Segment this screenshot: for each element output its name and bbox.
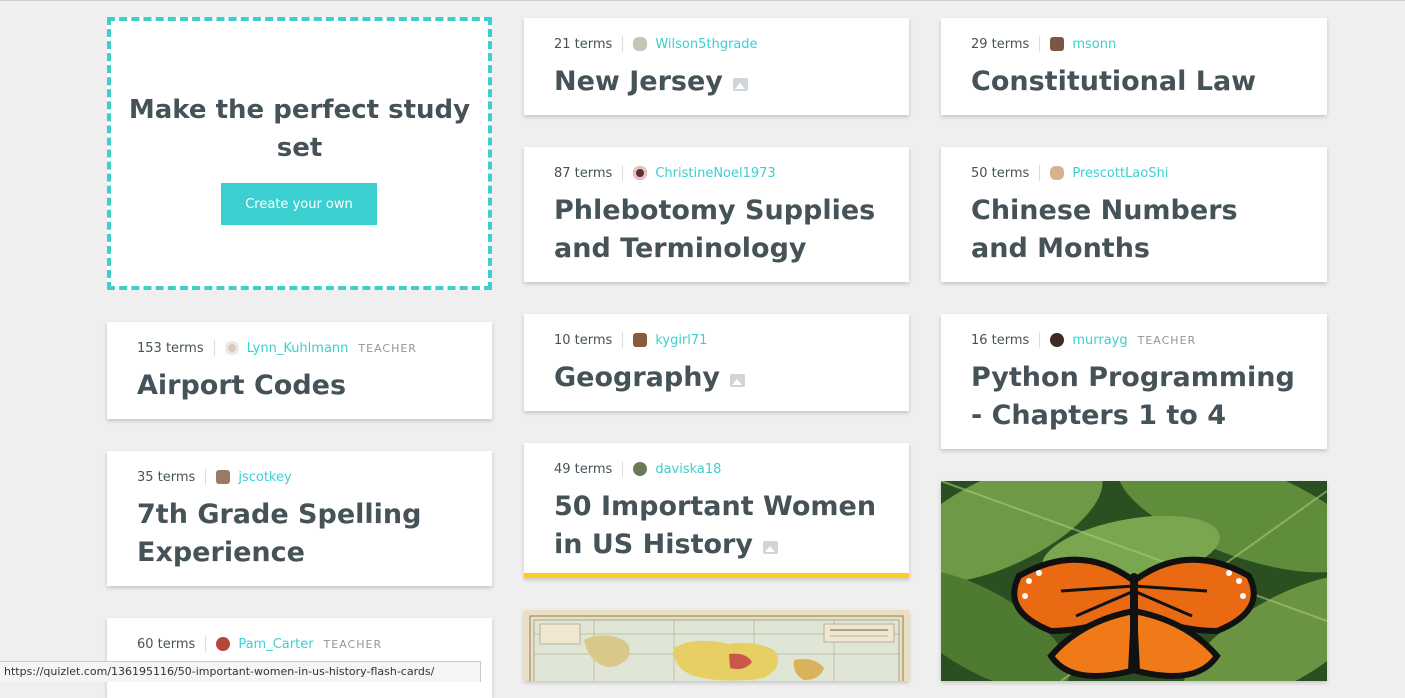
create-set-promo: Make the perfect study set Create your o… <box>107 17 492 290</box>
set-meta: 49 terms daviska18 <box>554 461 721 477</box>
term-count: 16 terms <box>971 332 1030 348</box>
avatar <box>633 37 648 51</box>
term-count: 50 terms <box>971 165 1030 181</box>
username-link[interactable]: murrayg <box>1072 333 1127 348</box>
butterfly-image-card[interactable] <box>941 481 1327 681</box>
set-card-chinese-numbers[interactable]: 50 terms PrescottLaoShi Chinese Numbers … <box>941 147 1327 282</box>
image-icon <box>732 78 748 91</box>
teacher-badge: TEACHER <box>358 341 417 355</box>
set-meta: 29 terms msonn <box>971 36 1116 52</box>
term-count: 29 terms <box>971 36 1030 52</box>
create-your-own-button[interactable]: Create your own <box>221 183 377 225</box>
meta-divider <box>622 36 624 52</box>
set-meta: 50 terms PrescottLaoShi <box>971 165 1168 181</box>
set-card-airport-codes[interactable]: 153 terms Lynn_Kuhlmann TEACHER Airport … <box>107 322 492 419</box>
set-title-text: 50 Important Women in US History <box>554 491 877 560</box>
set-card-phlebotomy[interactable]: 87 terms ChristineNoel1973 Phlebotomy Su… <box>524 147 909 282</box>
avatar <box>1050 333 1065 347</box>
link-status-bar: https://quizlet.com/136195116/50-importa… <box>0 661 482 682</box>
set-meta: 16 terms murrayg TEACHER <box>971 332 1196 348</box>
avatar <box>633 333 648 347</box>
set-card-geography[interactable]: 10 terms kygirl71 Geography <box>524 314 909 411</box>
meta-divider <box>1039 332 1041 348</box>
term-count: 60 terms <box>137 636 196 652</box>
set-title[interactable]: Chinese Numbers and Months <box>971 192 1301 268</box>
username-link[interactable]: Pam_Carter <box>238 637 313 652</box>
meta-divider <box>622 461 624 477</box>
set-card-spelling[interactable]: 35 terms jscotkey 7th Grade Spelling Exp… <box>107 451 492 586</box>
set-title[interactable]: New Jersey <box>554 63 748 101</box>
username-link[interactable]: Wilson5thgrade <box>655 37 757 52</box>
username-link[interactable]: msonn <box>1072 37 1116 52</box>
set-title-text: New Jersey <box>554 66 723 97</box>
world-map-image <box>524 610 909 681</box>
set-meta: 60 terms Pam_Carter TEACHER <box>137 636 382 652</box>
username-link[interactable]: daviska18 <box>655 462 721 477</box>
avatar <box>216 470 231 484</box>
set-meta: 87 terms ChristineNoel1973 <box>554 165 776 181</box>
set-meta: 153 terms Lynn_Kuhlmann TEACHER <box>137 340 417 356</box>
set-meta: 35 terms jscotkey <box>137 469 292 485</box>
set-card-python[interactable]: 16 terms murrayg TEACHER Python Programm… <box>941 314 1327 449</box>
meta-divider <box>1039 165 1041 181</box>
set-meta: 10 terms kygirl71 <box>554 332 707 348</box>
username-link[interactable]: kygirl71 <box>655 333 707 348</box>
image-icon <box>762 541 778 554</box>
set-title[interactable]: Phlebotomy Supplies and Terminology <box>554 192 884 268</box>
term-count: 10 terms <box>554 332 613 348</box>
set-title[interactable]: 7th Grade Spelling Experience <box>137 496 467 572</box>
username-link[interactable]: PrescottLaoShi <box>1072 166 1168 181</box>
username-link[interactable]: jscotkey <box>238 470 291 485</box>
teacher-badge: TEACHER <box>323 637 383 651</box>
meta-divider <box>1039 36 1041 52</box>
set-title[interactable]: Airport Codes <box>137 367 346 405</box>
top-divider <box>0 0 1405 1</box>
term-count: 21 terms <box>554 36 613 52</box>
meta-divider <box>622 165 624 181</box>
set-title[interactable]: Python Programming - Chapters 1 to 4 <box>971 359 1311 435</box>
set-card-new-jersey[interactable]: 21 terms Wilson5thgrade New Jersey <box>524 18 909 115</box>
avatar <box>216 637 231 651</box>
avatar <box>224 341 239 355</box>
term-count: 49 terms <box>554 461 613 477</box>
promo-title: Make the perfect study set <box>128 95 471 163</box>
image-icon <box>730 374 746 387</box>
set-card-pam-carter[interactable]: 60 terms Pam_Carter TEACHER <box>107 618 492 698</box>
set-title[interactable]: 50 Important Women in US History <box>554 488 884 564</box>
set-title[interactable]: Constitutional Law <box>971 63 1256 101</box>
term-count: 35 terms <box>137 469 196 485</box>
username-link[interactable]: Lynn_Kuhlmann <box>247 341 349 356</box>
avatar <box>633 462 648 476</box>
avatar <box>1050 166 1065 180</box>
username-link[interactable]: ChristineNoel1973 <box>655 166 775 181</box>
set-title[interactable]: Geography <box>554 359 746 397</box>
set-meta: 21 terms Wilson5thgrade <box>554 36 758 52</box>
avatar <box>1050 37 1065 51</box>
meta-divider <box>205 469 207 485</box>
meta-divider <box>622 332 624 348</box>
butterfly-image <box>941 481 1327 681</box>
meta-divider <box>213 340 215 356</box>
teacher-badge: TEACHER <box>1137 333 1197 347</box>
set-card-women-history[interactable]: 49 terms daviska18 50 Important Women in… <box>524 443 909 578</box>
avatar <box>633 166 648 180</box>
set-title-text: Geography <box>554 362 721 393</box>
meta-divider <box>205 636 207 652</box>
term-count: 87 terms <box>554 165 613 181</box>
set-card-constitutional-law[interactable]: 29 terms msonn Constitutional Law <box>941 18 1327 115</box>
term-count: 153 terms <box>137 340 204 356</box>
map-image-card[interactable] <box>524 610 909 681</box>
